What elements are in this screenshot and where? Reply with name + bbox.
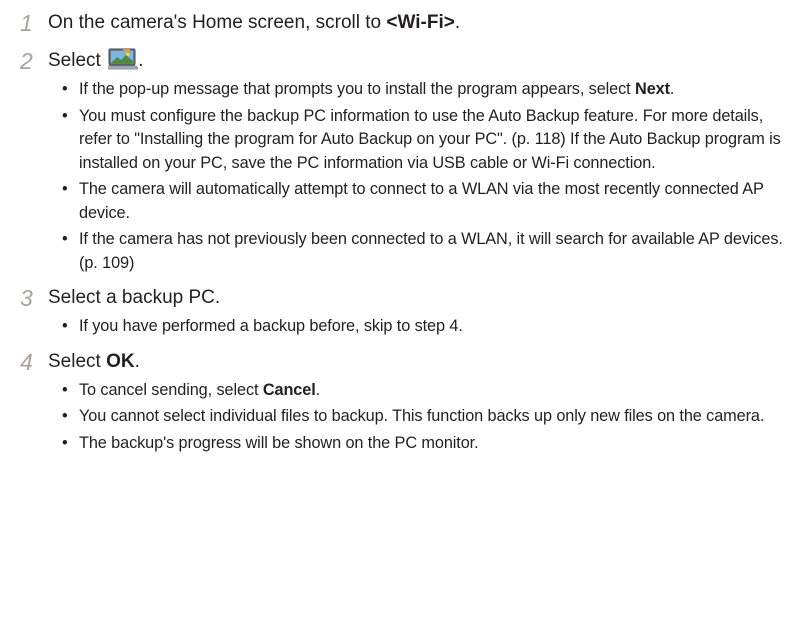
button-name: OK <box>106 350 135 372</box>
list-item: If you have performed a backup before, s… <box>62 315 785 339</box>
bullet-list: If you have performed a backup before, s… <box>20 315 785 339</box>
step-number: 3 <box>20 285 33 311</box>
bullet-list: If the pop-up message that prompts you t… <box>20 78 785 275</box>
step-3: 3 Select a backup PC. If you have perfor… <box>20 283 785 339</box>
step-2: 2 Select . If the pop-up message that pr… <box>20 46 785 275</box>
list-item: The camera will automatically attempt to… <box>62 178 785 225</box>
list-item: You must configure the backup PC informa… <box>62 105 785 176</box>
instruction-document: 1 On the camera's Home screen, scroll to… <box>20 8 785 463</box>
list-item: If the pop-up message that prompts you t… <box>62 78 785 102</box>
step-text: On the camera's Home screen, scroll to <… <box>48 12 461 33</box>
list-item: If the camera has not previously been co… <box>62 228 785 275</box>
step-number: 4 <box>20 348 33 375</box>
step-text: Select . <box>48 48 144 71</box>
step-number: 2 <box>20 48 33 74</box>
list-item: The backup's progress will be shown on t… <box>62 432 785 456</box>
step-number: 1 <box>20 10 33 36</box>
step-1: 1 On the camera's Home screen, scroll to… <box>20 8 785 38</box>
bullet-list: To cancel sending, select Cancel. You ca… <box>20 379 785 456</box>
list-item: To cancel sending, select Cancel. <box>62 379 785 403</box>
step-text: Select a backup PC. <box>48 287 221 308</box>
list-item: You cannot select individual files to ba… <box>62 405 785 429</box>
menu-name: <Wi-Fi> <box>386 12 455 33</box>
step-text: Select OK. <box>48 350 140 372</box>
step-4: 4 Select OK. To cancel sending, select C… <box>20 347 785 456</box>
auto-backup-icon <box>106 48 139 70</box>
